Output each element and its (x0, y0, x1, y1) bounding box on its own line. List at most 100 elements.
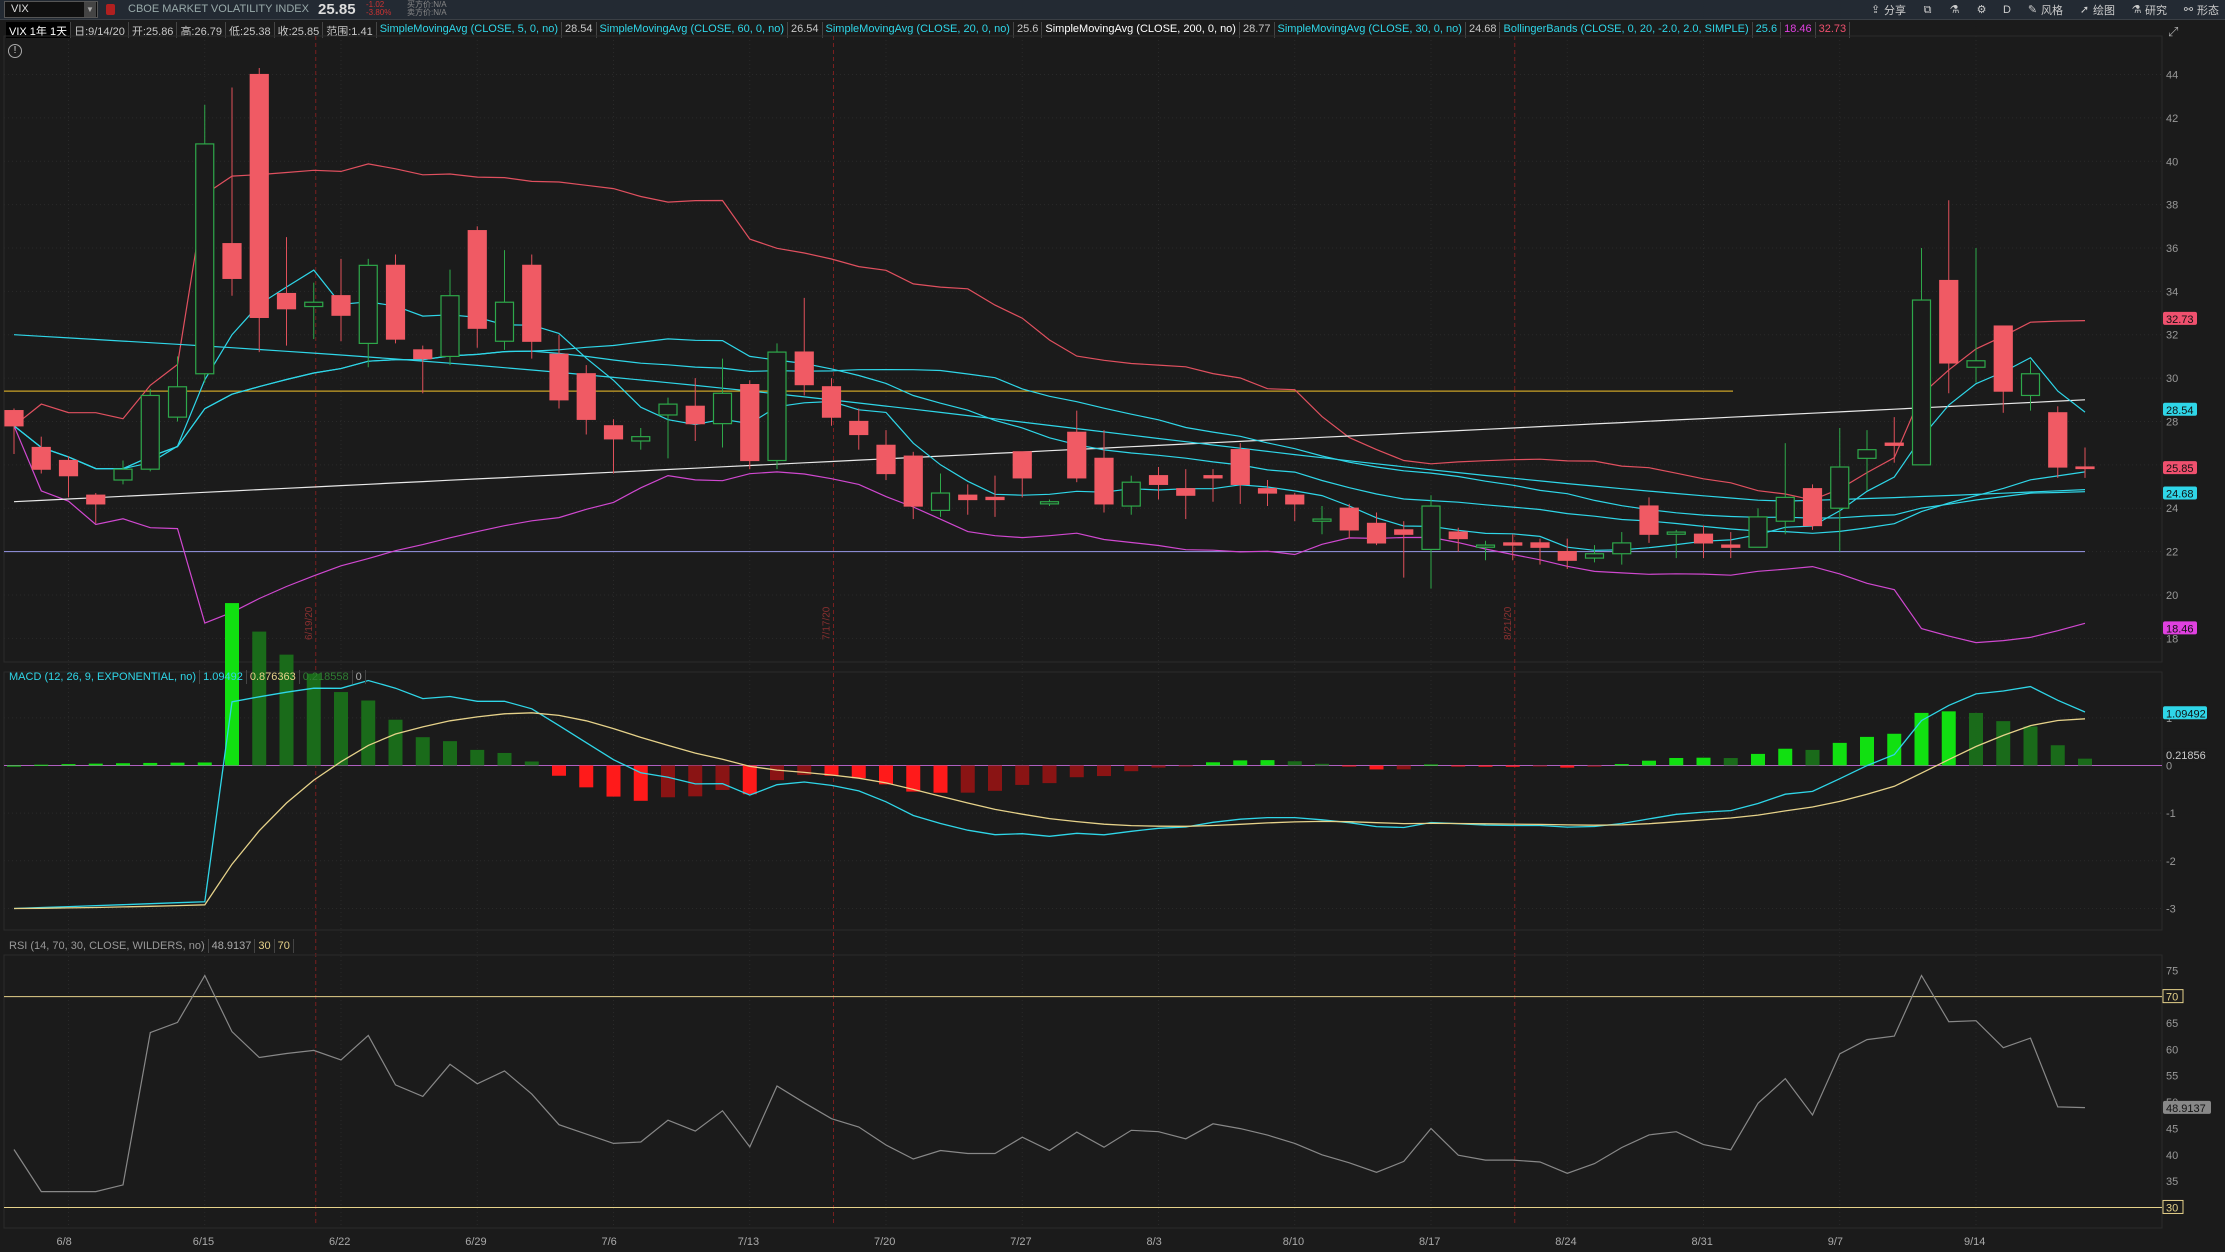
macd-histogram-bar (742, 765, 757, 795)
candle-body (222, 243, 242, 279)
macd-histogram-bar (252, 631, 267, 766)
macd-histogram-bar (1315, 763, 1329, 766)
price-axis-tick: 22 (2166, 547, 2178, 559)
macd-histogram-bar (1778, 748, 1793, 766)
candle-body (1176, 488, 1196, 496)
macd-label[interactable]: MACD (12, 26, 9, EXPONENTIAL, no) (6, 670, 201, 684)
candle-body (1884, 442, 1904, 446)
macd-histogram-bar (116, 763, 130, 766)
candle-body (712, 392, 733, 425)
macd-histogram-bar (1042, 765, 1057, 784)
macd-histogram-bar (1124, 765, 1139, 772)
x-axis-label: 6/15 (192, 1236, 215, 1248)
x-axis-label: 8/31 (1691, 1236, 1713, 1248)
candle-body (1257, 488, 1278, 494)
x-axis-label: 7/6 (601, 1236, 617, 1248)
macd-histogram-bar (1560, 765, 1575, 768)
candle-body (1394, 529, 1414, 535)
candle-body (1448, 531, 1468, 540)
rsi-axis-tick: 65 (2166, 1018, 2178, 1030)
rsi-axis-tick: 60 (2166, 1044, 2178, 1056)
macd-histogram-bar (1178, 765, 1193, 767)
price-axis-tick: 30 (2166, 373, 2178, 385)
macd-zero: 0 (353, 670, 366, 684)
macd-histogram-bar (443, 741, 457, 766)
macd-axis-tick: 0 (2166, 760, 2172, 772)
macd-histogram-bar (88, 763, 103, 766)
rsi-badge: 48.9137 (2166, 1103, 2206, 1115)
candle-body (576, 373, 596, 420)
candle-body (849, 420, 869, 436)
macd-histogram-bar (933, 765, 948, 793)
x-axis-label: 8/17 (1419, 1236, 1441, 1248)
macd-axis-tick: -1 (2166, 808, 2176, 820)
macd-histogram-bar (1424, 764, 1438, 766)
macd-histogram-bar (1860, 736, 1874, 766)
candle-body (1339, 507, 1359, 531)
x-axis-label: 7/13 (737, 1236, 760, 1248)
price-axis-tick: 32 (2166, 330, 2178, 342)
x-axis-label: 8/24 (1555, 1236, 1577, 1248)
macd-histogram-bar (1696, 757, 1711, 766)
rsi-axis-tick: 45 (2166, 1123, 2178, 1135)
candle-body (1666, 531, 1686, 535)
rsi-axis-tick: 40 (2166, 1150, 2178, 1162)
candle-body (522, 264, 542, 342)
macd-histogram-bar (1233, 760, 1248, 766)
macd-histogram-bar (1887, 733, 1902, 766)
chart-canvas[interactable]: 6/19/20 7/17/20 8/21/204442403836343230282… (0, 0, 2225, 1232)
bollinger-upper-line (13, 163, 2086, 501)
macd-histogram-bar (306, 673, 321, 766)
candle-body (1067, 431, 1087, 479)
candle-body (821, 386, 842, 418)
macd-legend: MACD (12, 26, 9, EXPONENTIAL, no) 1.0949… (6, 670, 366, 684)
macd-histogram-bar (770, 765, 784, 781)
candle-body (1230, 449, 1250, 485)
macd-histogram-bar (1369, 765, 1384, 770)
candle-body (767, 351, 787, 462)
x-axis-label: 6/22 (329, 1236, 351, 1248)
sma200-line (13, 399, 2086, 503)
macd-histogram-bar (661, 765, 675, 798)
candle-body (1475, 544, 1496, 548)
candle-body (494, 301, 515, 342)
candle-body (1094, 457, 1114, 505)
macd-histogram-bar (1669, 757, 1684, 766)
rsi-ob: 70 (275, 939, 294, 953)
candle-body (1285, 494, 1305, 505)
candle-body (1802, 488, 1823, 527)
candle-body (1530, 542, 1550, 548)
candle-body (549, 353, 569, 401)
macd-histogram-bar (1805, 749, 1820, 766)
event-label: 6/19/20 (304, 606, 315, 640)
macd-histogram-bar (1533, 765, 1547, 767)
candle-body (467, 230, 487, 329)
candle-body (440, 295, 460, 358)
macd-histogram-bar (361, 700, 376, 766)
macd-histogram-bar (388, 719, 403, 766)
x-axis-label: 7/27 (1010, 1236, 1032, 1248)
candle-body (1557, 550, 1577, 561)
price-axis-tick: 38 (2166, 200, 2178, 212)
macd-histogram-bar (960, 765, 975, 793)
macd-signal-line (13, 712, 2086, 910)
bollinger-lower-line (13, 425, 2086, 644)
macd-badge: 0.21856 (2166, 750, 2206, 762)
candle-body (1939, 279, 1959, 364)
macd-histogram-bar (497, 752, 512, 766)
candle-body (958, 494, 978, 501)
x-axis-label: 9/14 (1964, 1236, 1986, 1248)
candle-body (930, 492, 951, 511)
candle-body (167, 386, 188, 418)
macd-histogram-bar (7, 765, 21, 767)
candle-body (1830, 466, 1850, 509)
candle-body (1966, 360, 1986, 368)
macd-histogram-bar (579, 765, 594, 788)
rsi-axis-tick: 30 (2166, 1202, 2178, 1214)
candle-body (1993, 325, 2013, 392)
candle-body (685, 405, 705, 425)
rsi-legend: RSI (14, 70, 30, CLOSE, WILDERS, no) 48.… (6, 939, 294, 953)
rsi-axis-tick: 70 (2166, 992, 2178, 1004)
rsi-label[interactable]: RSI (14, 70, 30, CLOSE, WILDERS, no) (6, 939, 209, 953)
macd-histogram-bar (797, 765, 812, 776)
